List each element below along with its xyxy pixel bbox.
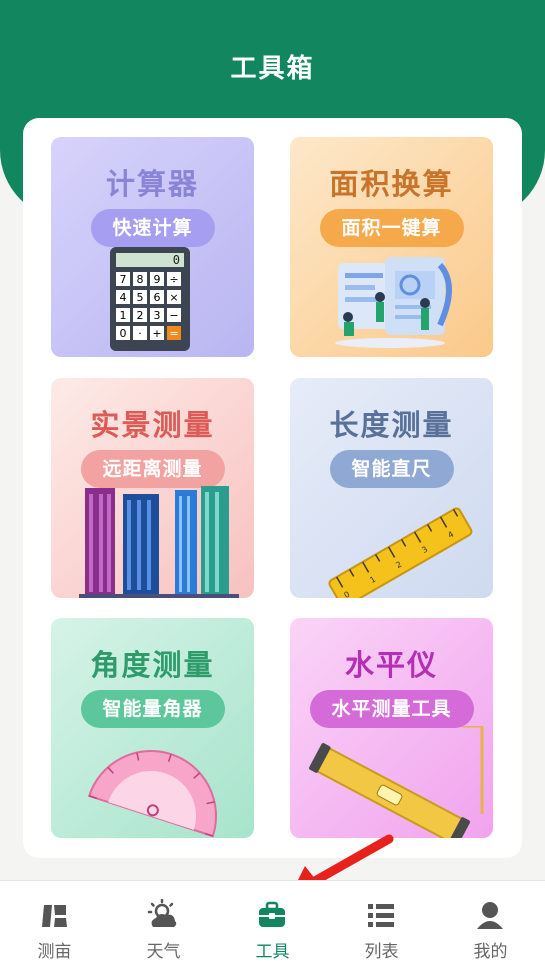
svg-text:9: 9: [154, 273, 161, 286]
tool-card-live-measurement[interactable]: 实景测量 远距离测量: [51, 378, 254, 598]
svg-text:−: −: [169, 309, 178, 322]
tool-title: 计算器: [105, 167, 199, 201]
svg-text:3: 3: [154, 309, 161, 322]
svg-text:÷: ÷: [169, 273, 178, 286]
spirit-level-icon: [309, 726, 484, 838]
nav-label: 测亩: [37, 942, 72, 962]
nav-item-profile[interactable]: 我的: [436, 881, 545, 971]
svg-text:8: 8: [137, 273, 144, 286]
svg-text:6: 6: [154, 291, 161, 304]
svg-text:5: 5: [137, 291, 144, 304]
nav-item-field[interactable]: 测亩: [0, 881, 109, 971]
svg-text:7: 7: [120, 273, 127, 286]
nav-item-list[interactable]: 列表: [327, 881, 436, 971]
tool-subtitle: 面积一键算: [319, 209, 464, 247]
svg-text:0: 0: [173, 253, 180, 267]
tool-card-angle-measurement[interactable]: 角度测量 智能量角器: [51, 618, 254, 838]
area-chart-illustration: [335, 257, 452, 348]
svg-text:2: 2: [137, 309, 144, 322]
tool-title: 面积换算: [329, 167, 454, 201]
tool-title: 长度测量: [329, 408, 454, 442]
nav-label: 我的: [473, 942, 508, 962]
list-icon: [368, 904, 394, 927]
nav-label: 工具: [255, 942, 290, 962]
weather-icon: [147, 899, 177, 927]
calculator-icon: 0 7 8 9 ÷ 4 5 6 × 1 2 3 − 0 · + =: [110, 247, 190, 351]
field-icon: [42, 905, 67, 927]
svg-text:4: 4: [120, 291, 127, 304]
svg-text:+: +: [152, 327, 161, 340]
tool-subtitle: 远距离测量: [80, 450, 225, 488]
profile-icon: [477, 902, 503, 929]
tool-subtitle: 智能直尺: [329, 450, 454, 488]
tool-subtitle: 智能量角器: [80, 690, 225, 728]
svg-text:1: 1: [120, 309, 127, 322]
page-title: 工具箱: [230, 54, 315, 84]
tool-title: 角度测量: [90, 648, 215, 682]
protractor-icon: [87, 750, 217, 838]
tools-panel: 计算器 快速计算 0 7 8 9 ÷ 4 5 6 × 1 2 3 − 0 · +: [23, 118, 522, 858]
tool-card-spirit-level[interactable]: 水平仪 水平测量工具: [290, 618, 493, 838]
tool-title: 实景测量: [90, 408, 215, 442]
skyscrapers-illustration: [79, 486, 239, 598]
nav-label: 天气: [146, 942, 181, 962]
svg-text:×: ×: [169, 291, 178, 304]
svg-text:0: 0: [120, 327, 127, 340]
nav-item-tools[interactable]: 工具: [218, 881, 327, 971]
tool-subtitle: 快速计算: [90, 209, 215, 247]
bottom-navigation: 测亩 天气 工具 列表 我的: [0, 880, 545, 971]
tool-title: 水平仪: [344, 648, 438, 682]
nav-label: 列表: [364, 942, 399, 962]
nav-item-weather[interactable]: 天气: [109, 881, 218, 971]
tool-card-area-conversion[interactable]: 面积换算 面积一键算: [290, 137, 493, 357]
ruler-icon: 0 1 2 3 4: [328, 507, 473, 598]
tool-card-calculator[interactable]: 计算器 快速计算 0 7 8 9 ÷ 4 5 6 × 1 2 3 − 0 · +: [51, 137, 254, 357]
svg-text:=: =: [169, 327, 178, 340]
tool-subtitle: 水平测量工具: [309, 690, 474, 728]
tool-card-length-measurement[interactable]: 长度测量 智能直尺 0 1 2 3 4: [290, 378, 493, 598]
toolbox-icon: [259, 901, 285, 927]
svg-text:·: ·: [138, 327, 142, 340]
